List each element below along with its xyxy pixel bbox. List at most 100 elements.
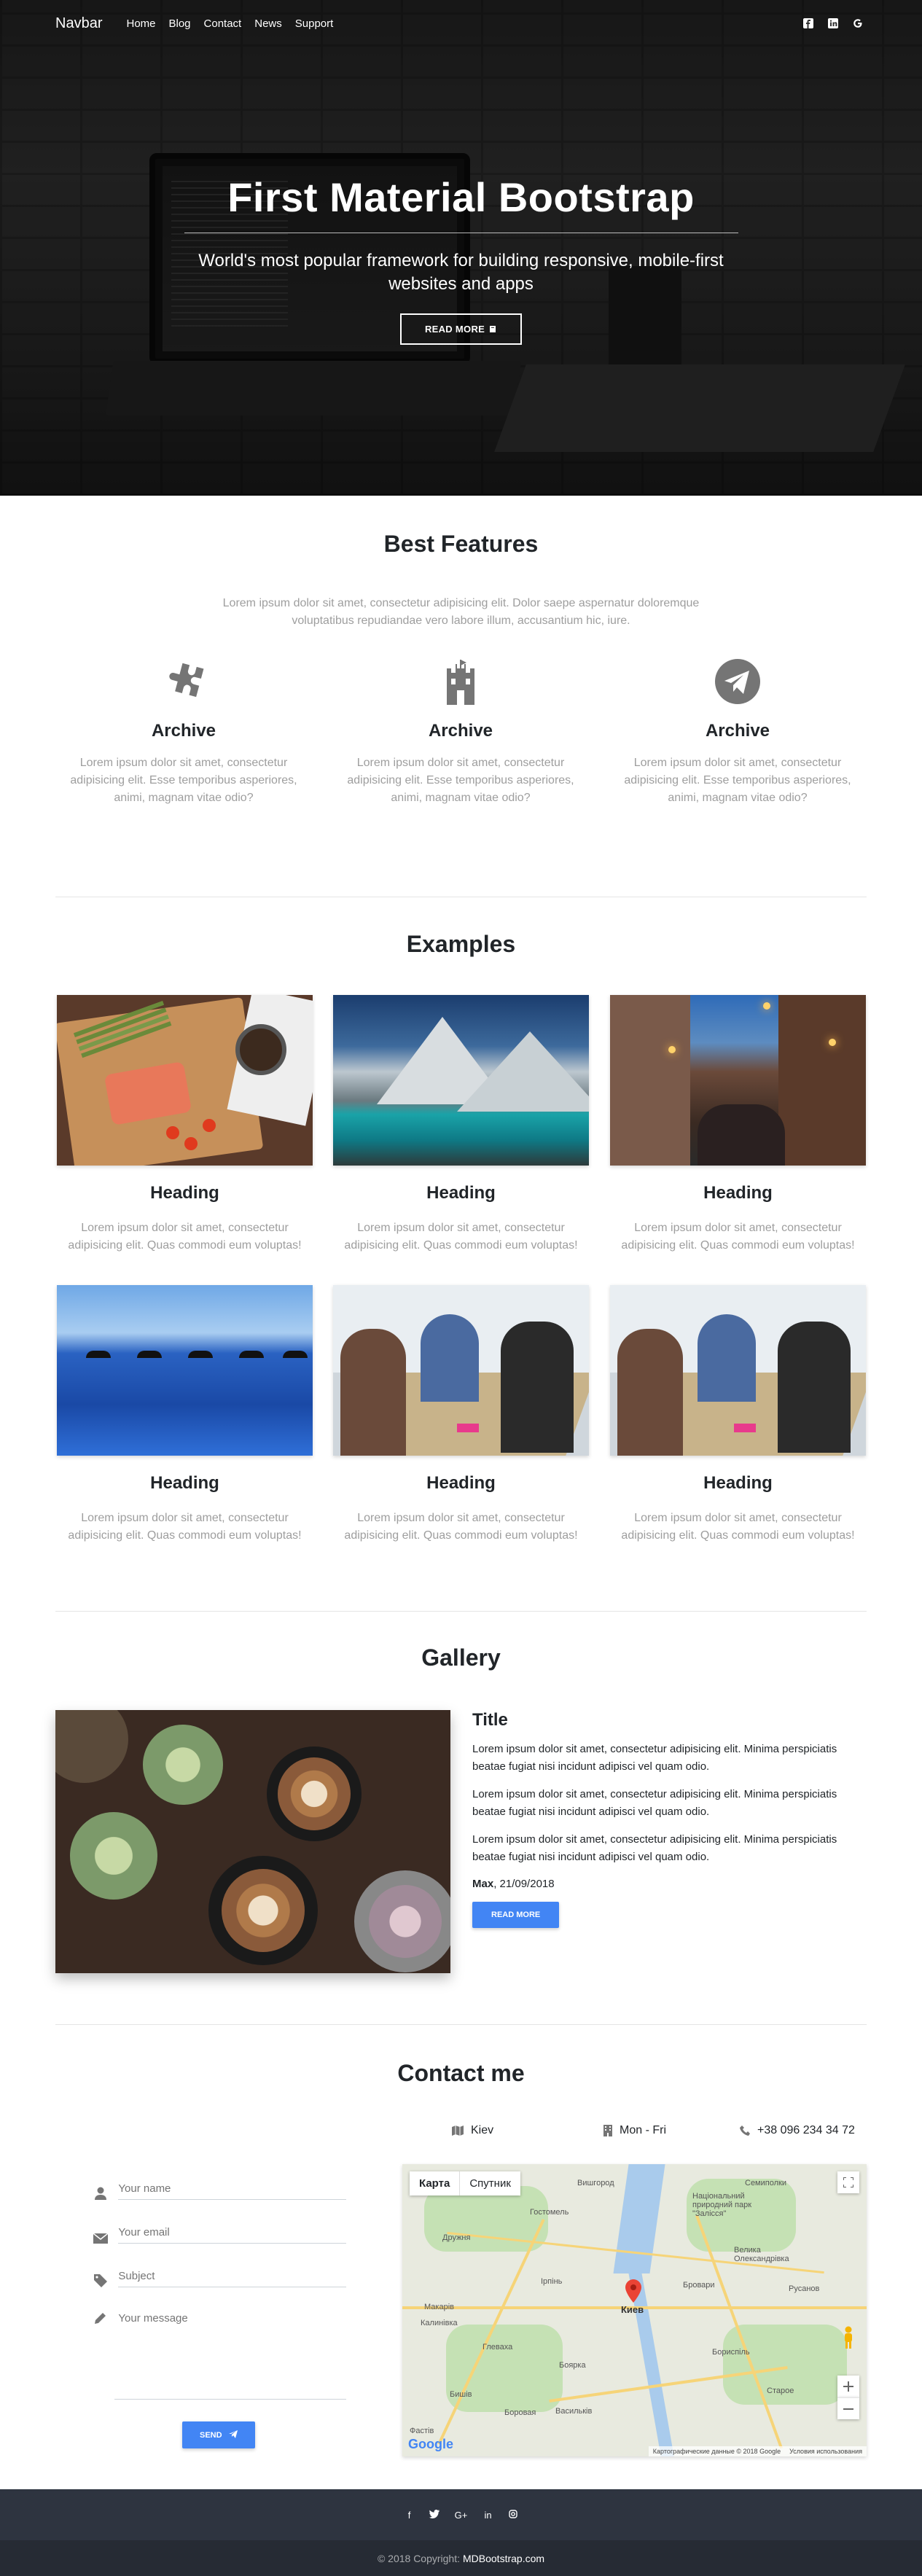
map-town: Національний природний парк "Залісся" bbox=[692, 2192, 752, 2218]
nav-link-support[interactable]: Support bbox=[289, 17, 340, 30]
pegman-button[interactable] bbox=[837, 2325, 859, 2351]
zoom-in-button[interactable] bbox=[837, 2376, 859, 2397]
plus-icon bbox=[843, 2381, 853, 2392]
example-card: Heading Lorem ipsum dolor sit amet, cons… bbox=[610, 995, 866, 1254]
gallery-item-title: Title bbox=[472, 1710, 508, 1730]
nav-link-contact[interactable]: Contact bbox=[198, 17, 249, 30]
navbar-brand[interactable]: Navbar bbox=[55, 15, 102, 32]
infinity-pool-image[interactable] bbox=[57, 1285, 313, 1456]
email-input[interactable] bbox=[118, 2223, 346, 2244]
map-city-label: Киев bbox=[621, 2304, 644, 2315]
feature-title: Archive bbox=[428, 721, 493, 741]
team-meeting-image[interactable] bbox=[610, 1285, 866, 1456]
copyright-link[interactable]: MDBootstrap.com bbox=[463, 2553, 544, 2564]
facebook-icon[interactable]: f bbox=[404, 2510, 415, 2521]
mountain-lake-image[interactable] bbox=[333, 995, 589, 1166]
map-town: Васильків bbox=[555, 2407, 593, 2416]
twitter-icon[interactable] bbox=[429, 2509, 440, 2521]
user-icon bbox=[91, 2187, 109, 2200]
linkedin-icon[interactable]: in bbox=[483, 2510, 494, 2521]
example-card: Heading Lorem ipsum dolor sit amet, cons… bbox=[57, 1285, 313, 1545]
puzzle-icon bbox=[60, 652, 308, 711]
nav-link-blog[interactable]: Blog bbox=[163, 17, 198, 30]
pegman-icon bbox=[845, 2326, 852, 2349]
map-tab-satellite[interactable]: Спутник bbox=[459, 2171, 520, 2196]
contact-phone-text: +38 096 234 34 72 bbox=[757, 2124, 855, 2136]
google-icon[interactable] bbox=[849, 15, 867, 32]
hero-read-more-button[interactable]: READ MORE bbox=[399, 313, 523, 345]
card-text: Lorem ipsum dolor sit amet, consectetur … bbox=[68, 1222, 302, 1252]
example-card: Heading Lorem ipsum dolor sit amet, cons… bbox=[610, 1285, 866, 1545]
fullscreen-button[interactable] bbox=[837, 2171, 859, 2193]
pencil-icon bbox=[91, 2312, 109, 2324]
feature-title: Archive bbox=[151, 721, 216, 741]
fullscreen-icon bbox=[843, 2177, 853, 2187]
section-divider bbox=[55, 2024, 867, 2025]
send-button[interactable]: SEND bbox=[182, 2421, 255, 2448]
facebook-icon[interactable] bbox=[800, 15, 817, 32]
feature-text: Lorem ipsum dolor sit amet, consectetur … bbox=[70, 757, 297, 804]
team-meeting-image[interactable] bbox=[333, 1285, 589, 1456]
hero-section: Navbar Home Blog Contact News Support Fi… bbox=[0, 0, 922, 496]
card-text: Lorem ipsum dolor sit amet, consectetur … bbox=[344, 1512, 578, 1542]
map-terms-link[interactable]: Условия использования bbox=[789, 2448, 862, 2455]
map-town: Старое bbox=[767, 2386, 794, 2395]
copyright-text: © 2018 Copyright: bbox=[377, 2552, 460, 2564]
contact-title: Contact me bbox=[397, 2060, 525, 2086]
building-icon bbox=[603, 2125, 612, 2136]
example-card: Heading Lorem ipsum dolor sit amet, cons… bbox=[333, 995, 589, 1254]
card-heading: Heading bbox=[150, 1473, 219, 1493]
gallery-paragraph: Lorem ipsum dolor sit amet, consectetur … bbox=[472, 1743, 837, 1773]
hero-title: First Material Bootstrap bbox=[227, 174, 695, 220]
linkedin-icon[interactable] bbox=[824, 15, 842, 32]
google-map[interactable]: Карта Спутник Дружня Ірпінь Бровари Мака… bbox=[402, 2164, 867, 2456]
card-text: Lorem ipsum dolor sit amet, consectetur … bbox=[344, 1222, 578, 1252]
contact-city: Kiev bbox=[452, 2124, 493, 2137]
gallery-date: , 21/09/2018 bbox=[493, 1878, 555, 1890]
map-attribution-text: Картографические данные © 2018 Google bbox=[652, 2448, 781, 2455]
nav-link-news[interactable]: News bbox=[248, 17, 289, 30]
message-textarea[interactable] bbox=[118, 2309, 346, 2331]
footer: f G+ in © 2018 Copyright: MDBootstrap.co… bbox=[0, 2489, 922, 2576]
google-logo: Google bbox=[408, 2437, 453, 2452]
footer-copyright: © 2018 Copyright: MDBootstrap.com bbox=[0, 2540, 922, 2576]
contact-hours-text: Mon - Fri bbox=[620, 2124, 666, 2136]
map-town: Бровари bbox=[683, 2281, 715, 2290]
map-marker-icon[interactable] bbox=[625, 2279, 641, 2306]
nav-link-home[interactable]: Home bbox=[120, 17, 162, 30]
card-heading: Heading bbox=[426, 1183, 496, 1203]
food-image[interactable] bbox=[57, 995, 313, 1166]
section-divider bbox=[55, 1611, 867, 1612]
card-text: Lorem ipsum dolor sit amet, consectetur … bbox=[621, 1222, 855, 1252]
card-heading: Heading bbox=[703, 1183, 773, 1203]
gallery-author: Max bbox=[472, 1878, 494, 1890]
footer-social: f G+ in bbox=[0, 2489, 922, 2540]
map-town: Макарів bbox=[424, 2303, 454, 2311]
examples-title: Examples bbox=[406, 931, 516, 957]
envelope-icon bbox=[91, 2233, 109, 2244]
subject-input[interactable] bbox=[118, 2267, 346, 2287]
map-town: Вишгород bbox=[577, 2179, 614, 2187]
contact-hours: Mon - Fri bbox=[603, 2124, 666, 2137]
google-plus-icon[interactable]: G+ bbox=[453, 2510, 469, 2521]
navbar: Navbar Home Blog Contact News Support bbox=[0, 0, 922, 47]
contact-city-text: Kiev bbox=[471, 2124, 494, 2136]
map-town: Бориспіль bbox=[712, 2348, 750, 2357]
hero-read-more-label: READ MORE bbox=[424, 324, 485, 335]
coffee-succulents-image[interactable] bbox=[55, 1710, 450, 1973]
features-lead: Lorem ipsum dolor sit amet, consectetur … bbox=[0, 595, 922, 630]
card-text: Lorem ipsum dolor sit amet, consectetur … bbox=[621, 1512, 855, 1542]
city-street-image[interactable] bbox=[610, 995, 866, 1166]
features-title: Best Features bbox=[383, 531, 539, 557]
map-attribution: Картографические данные © 2018 Google Ус… bbox=[648, 2446, 867, 2456]
instagram-icon[interactable] bbox=[507, 2509, 519, 2521]
feature-text: Lorem ipsum dolor sit amet, consectetur … bbox=[347, 757, 574, 804]
card-text: Lorem ipsum dolor sit amet, consectetur … bbox=[68, 1512, 302, 1542]
subject-row bbox=[91, 2267, 346, 2287]
map-town: Калинівка bbox=[421, 2319, 458, 2327]
zoom-out-button[interactable] bbox=[837, 2397, 859, 2419]
map-tab-map[interactable]: Карта bbox=[410, 2171, 459, 2196]
castle-icon bbox=[337, 652, 585, 711]
gallery-read-more-button[interactable]: READ MORE bbox=[472, 1902, 560, 1928]
name-input[interactable] bbox=[118, 2179, 346, 2200]
